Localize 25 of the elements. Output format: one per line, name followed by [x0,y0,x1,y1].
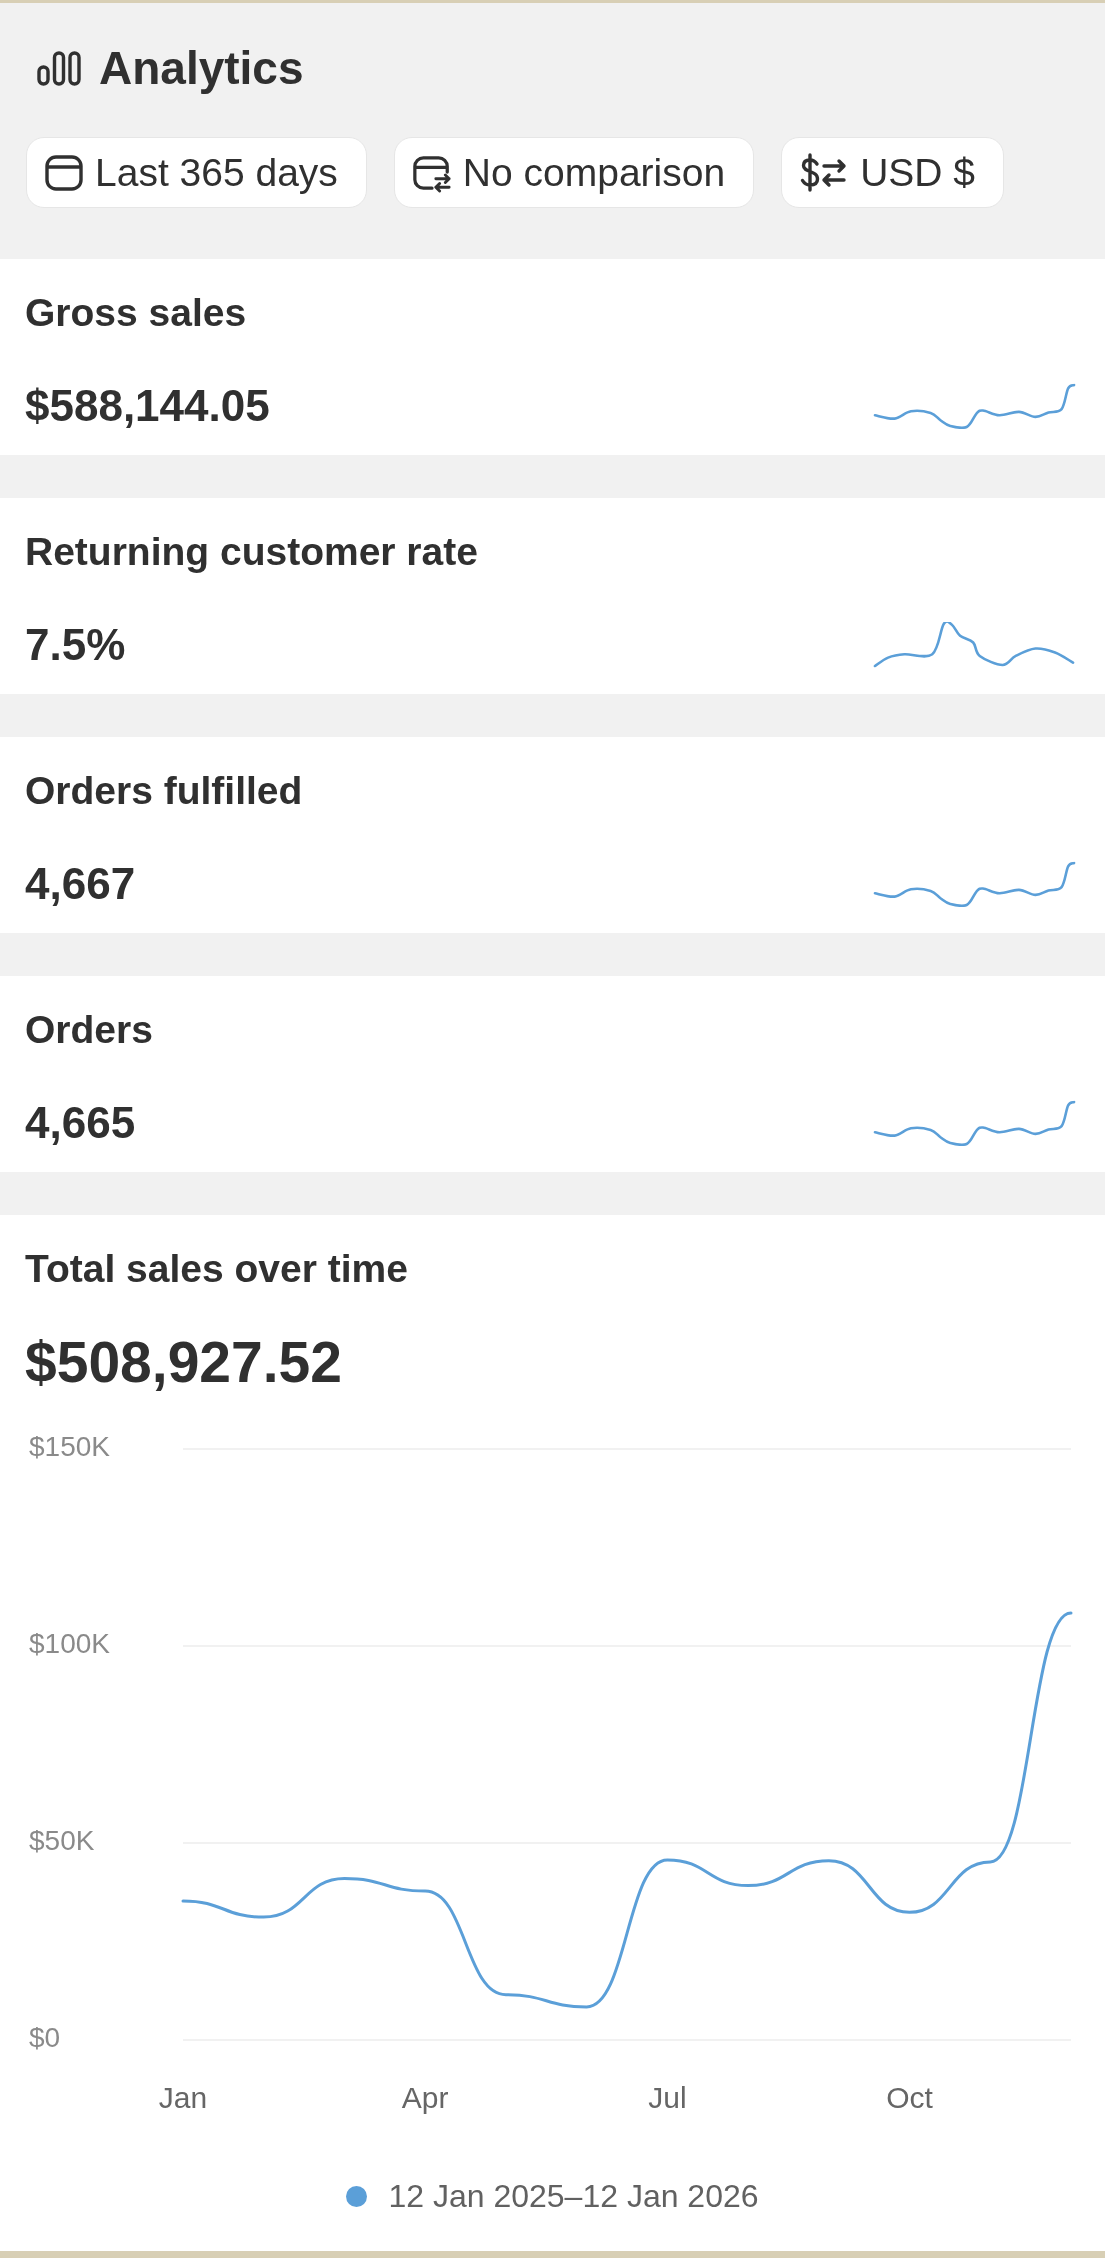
metric-title: Orders [25,1007,154,1053]
currency-button[interactable]: USD $ [781,137,1004,208]
metric-value: $588,144.05 [25,380,270,432]
x-axis-label: Apr [401,2080,449,2114]
x-axis-label: Jan [158,2080,208,2114]
chart-title: Total sales over time [25,1246,409,1292]
x-axis-label: Oct [886,2080,933,2114]
y-axis-label: $50K [29,1825,95,1857]
date-range-button[interactable]: Last 365 days [26,137,367,208]
comparison-button[interactable]: No comparison [393,137,755,208]
metric-value: 7.5% [25,619,126,671]
legend-label: 12 Jan 2025–12 Jan 2026 [388,2177,759,2216]
metric-title: Orders fulfilled [25,768,304,814]
y-axis-label: $0 [29,2022,61,2054]
page-title: Analytics [99,41,304,96]
chart-total-value: $508,927.52 [25,1330,343,1394]
calendar-icon [44,152,84,193]
x-axis-label: Jul [648,2080,687,2114]
metric-title: Gross sales [25,290,248,336]
metric-value: 4,667 [25,858,136,910]
y-axis-label: $100K [29,1628,110,1660]
metric-value: 4,665 [25,1097,136,1149]
bar-chart-icon [37,50,81,86]
metric-title: Returning customer rate [25,529,479,575]
y-axis-label: $150K [29,1431,110,1463]
